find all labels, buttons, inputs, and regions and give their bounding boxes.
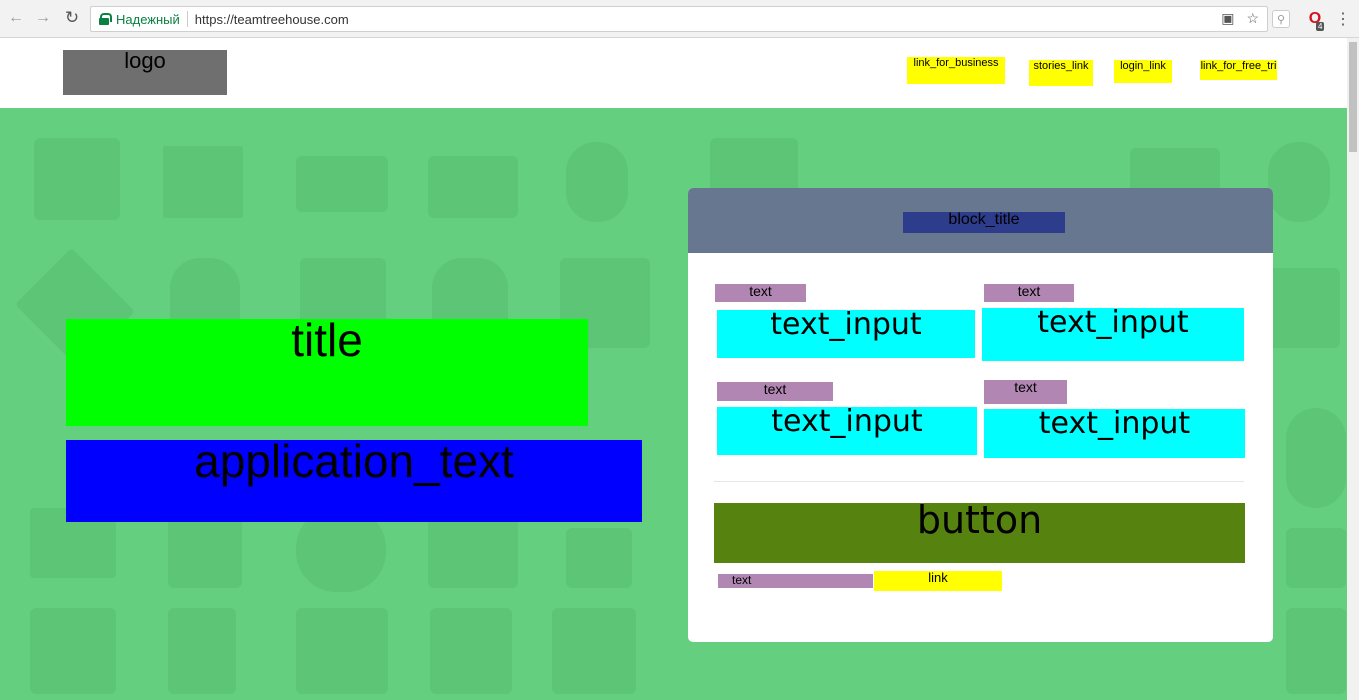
- signup-card: block_title text text_input text text_in…: [688, 188, 1273, 642]
- bulb-bg-icon: [1268, 142, 1330, 222]
- logo[interactable]: logo: [63, 50, 227, 95]
- search-extension-icon[interactable]: ⚲: [1272, 10, 1290, 28]
- page-scrollbar[interactable]: [1347, 38, 1359, 700]
- form-divider: [714, 481, 1244, 482]
- extension-badge: 4: [1316, 22, 1325, 31]
- translate-icon[interactable]: ▣: [1221, 10, 1234, 27]
- address-separator: [186, 11, 188, 27]
- stories-link[interactable]: stories_link: [1029, 60, 1093, 86]
- application-text: application_text: [66, 438, 642, 522]
- login-link[interactable]: login_link: [1114, 60, 1172, 83]
- text-input[interactable]: text_input: [984, 409, 1245, 458]
- code-window-bg-icon: [34, 138, 120, 220]
- card-header: block_title: [688, 188, 1273, 253]
- text-input[interactable]: text_input: [717, 310, 975, 358]
- block-title: block_title: [903, 212, 1065, 233]
- submit-button[interactable]: button: [714, 501, 1245, 563]
- field-label: text: [717, 382, 833, 401]
- document-bg-icon: [1286, 608, 1346, 694]
- forward-icon[interactable]: →: [33, 8, 53, 28]
- link-for-business[interactable]: link_for_business: [907, 57, 1005, 84]
- link-for-free-trial[interactable]: link_for_free_tri: [1200, 60, 1277, 80]
- briefcase-bg-icon: [428, 156, 518, 218]
- page: logo link_for_business stories_link logi…: [0, 38, 1347, 700]
- grid-bg-icon: [1286, 528, 1346, 588]
- bulb-bg-icon: [566, 142, 628, 222]
- list-bg-icon: [296, 156, 388, 212]
- lock-icon: [99, 13, 112, 25]
- menu-icon[interactable]: ⋮: [1334, 10, 1352, 28]
- text-input[interactable]: text_input: [982, 308, 1244, 361]
- scrollbar-thumb[interactable]: [1349, 42, 1357, 152]
- text-input[interactable]: text_input: [717, 407, 977, 455]
- reload-icon[interactable]: ↻: [62, 8, 82, 28]
- grid-bg-icon: [566, 528, 632, 588]
- document-bg-icon: [430, 608, 512, 694]
- address-bar[interactable]: Надежный https://teamtreehouse.com ▣ ☆: [90, 6, 1268, 32]
- field-label: text: [984, 380, 1067, 404]
- url-text[interactable]: https://teamtreehouse.com: [195, 12, 349, 27]
- bookmark-star-icon[interactable]: ☆: [1246, 10, 1259, 27]
- profile-bg-icon: [552, 608, 636, 694]
- cart-bg-icon: [296, 608, 388, 694]
- back-icon[interactable]: ←: [6, 8, 26, 28]
- paintbrush-bg-icon: [168, 608, 236, 694]
- resize-bg-icon: [30, 608, 116, 694]
- footer-text: text: [718, 574, 873, 588]
- compass-bg-icon: [1286, 408, 1346, 508]
- secure-label: Надежный: [116, 11, 180, 27]
- site-header: logo link_for_business stories_link logi…: [0, 38, 1347, 108]
- field-label: text: [715, 284, 806, 302]
- hero-title: title: [66, 317, 588, 426]
- browser-toolbar: ← → ↻ Надежный https://teamtreehouse.com…: [0, 0, 1359, 38]
- footer-link[interactable]: link: [874, 571, 1002, 591]
- layout-bg-icon: [1262, 268, 1340, 348]
- frame-bg-icon: [163, 146, 243, 218]
- field-label: text: [984, 284, 1074, 302]
